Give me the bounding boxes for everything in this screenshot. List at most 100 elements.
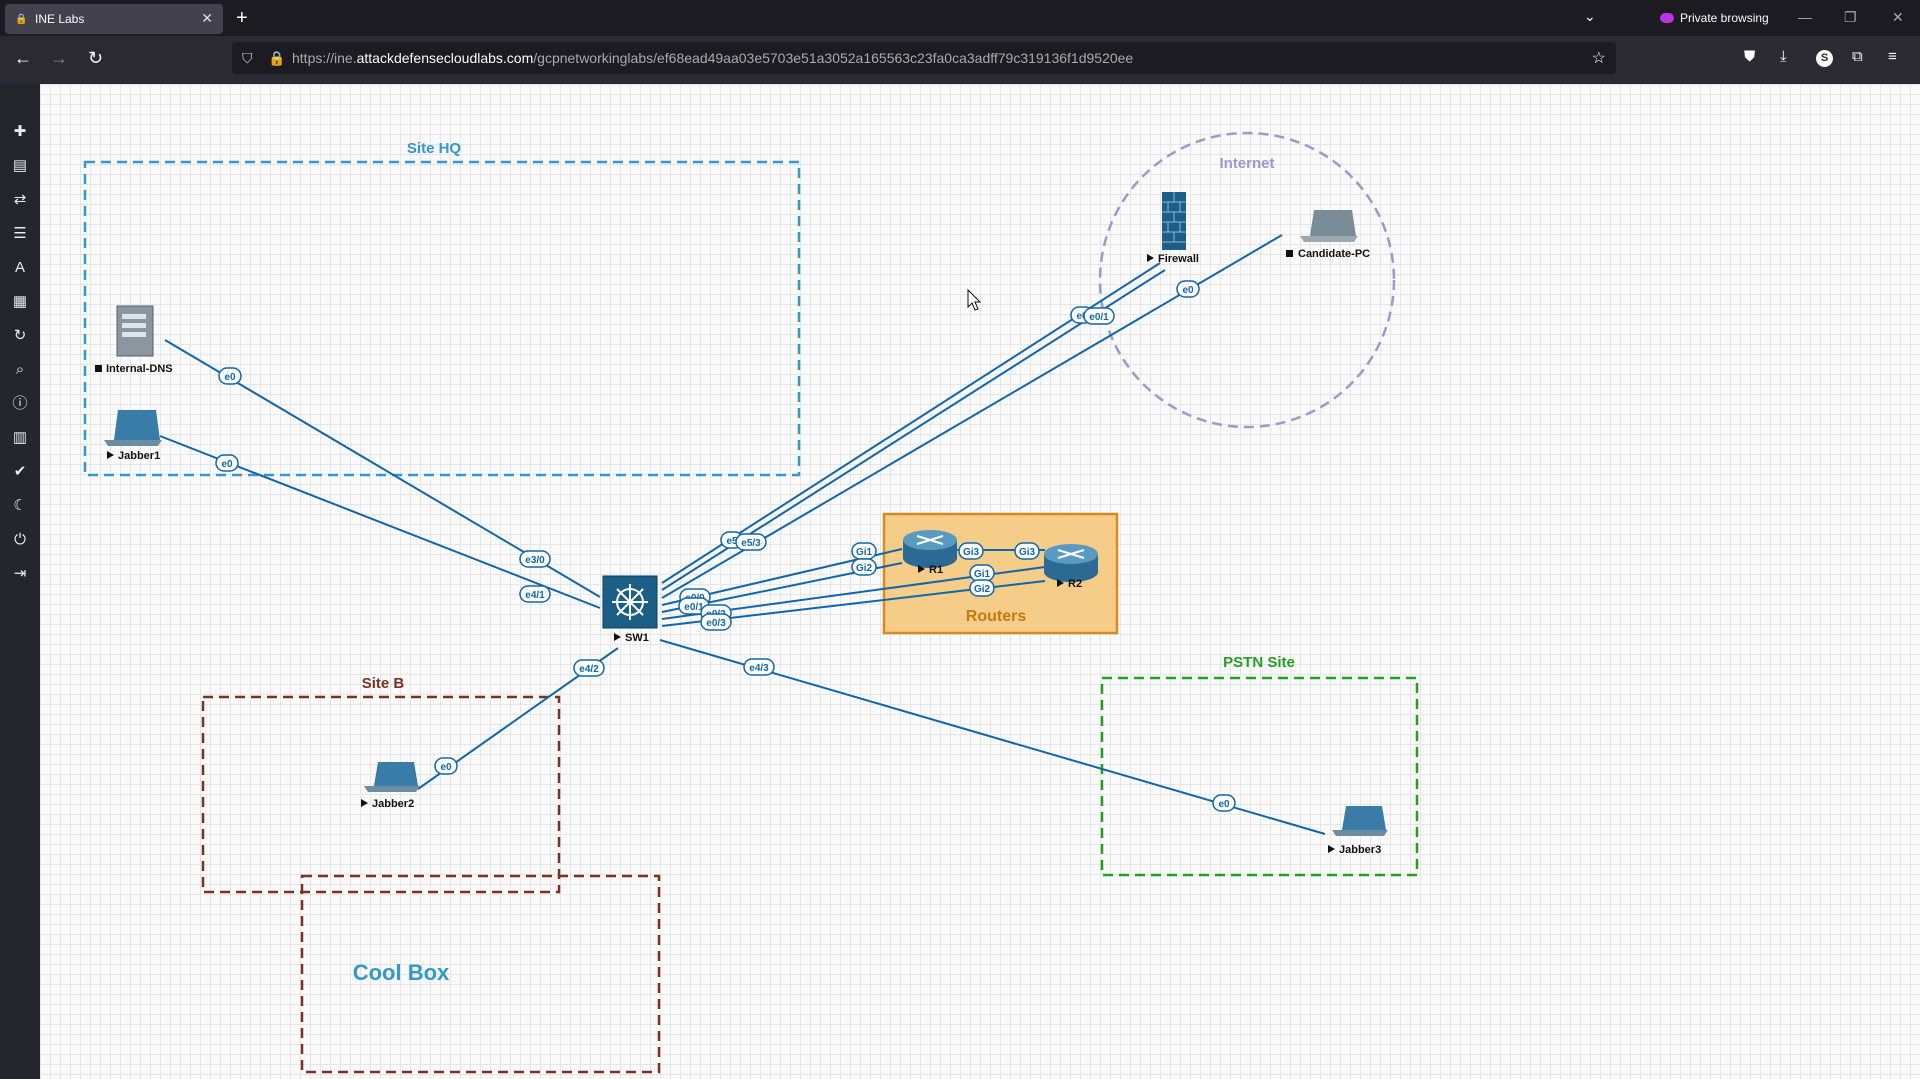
bookmark-star-icon[interactable]: ☆ [1592,48,1606,68]
port-badge: e4/3 [743,658,775,676]
tab-close-icon[interactable]: ✕ [201,10,213,27]
svg-text:Gi3: Gi3 [1019,547,1036,558]
port-badge: Gi1 [851,542,877,560]
svg-text:Gi2: Gi2 [974,584,991,595]
text-font-icon[interactable]: A [9,257,31,279]
port-badge: Gi1 [969,564,995,582]
browser-tab[interactable]: 🔒 INE Labs ✕ [5,4,223,34]
topology-canvas[interactable]: Site HQ Internet Routers Site B Cool Box… [40,84,1920,1079]
restore-icon[interactable]: ❐ [1844,9,1857,26]
running-status-icon [1147,254,1154,262]
svg-text:e0: e0 [440,762,452,773]
laptop-icon [374,762,418,786]
url-bar[interactable]: ⛉ 🔒 https://ine. attackdefensecloudlabs.c… [232,42,1616,74]
r2-label: R2 [1068,578,1082,590]
stopped-status-icon [1286,250,1293,257]
jabber1-label: Jabber1 [118,450,160,462]
internal-dns-label: Internal-DNS [106,363,173,375]
pstn-site-label: PSTN Site [1223,654,1295,671]
port-badge: e5/3 [735,533,767,551]
swap-arrows-icon[interactable]: ⇄ [9,189,31,211]
padlock-icon[interactable]: 🔒 [268,50,285,67]
candidate-pc-node[interactable]: Candidate-PC [1286,210,1370,260]
port-badge: Gi2 [969,579,995,597]
private-browsing-indicator: Private browsing [1660,11,1769,25]
stack-icon[interactable]: ▤ [9,155,31,177]
svg-text:e0/1: e0/1 [1089,312,1109,323]
port-badge: e4/2 [573,659,605,677]
cool-box-label: Cool Box [353,960,450,985]
running-status-icon [361,799,368,807]
svg-text:e0/3: e0/3 [706,618,726,629]
sw1-node[interactable]: SW1 [602,575,658,644]
port-badge: e4/1 [519,585,551,603]
laptop-icon [114,410,160,440]
shield-icon[interactable]: ⛉ [242,50,253,67]
pocket-icon[interactable]: ⛊ [1744,48,1755,65]
jabber3-label: Jabber3 [1339,844,1381,856]
svg-text:e0: e0 [1182,285,1194,296]
jabber1-node[interactable]: Jabber1 [104,410,162,462]
list-icon[interactable]: ▥ [9,427,31,449]
check-circle-icon[interactable]: ✔ [9,461,31,483]
moon-icon[interactable]: ☾ [9,495,31,517]
svg-text:e5/3: e5/3 [741,538,761,549]
back-arrow-icon[interactable]: ← [14,48,32,69]
tab-list-chevron-icon[interactable]: ⌄ [1584,8,1596,25]
laptop-icon [1310,210,1356,236]
jabber2-label: Jabber2 [372,798,414,810]
navigation-bar: ← → ↻ ⛉ 🔒 https://ine. attackdefensecloud… [0,36,1920,84]
sw1-label: SW1 [625,632,649,644]
port-badge: e3/0 [519,550,551,568]
close-window-icon[interactable]: ✕ [1892,9,1904,26]
logout-icon[interactable]: ⇥ [9,563,31,585]
running-status-icon [107,451,114,459]
port-badge: e0 [1176,280,1200,298]
info-icon[interactable]: ⓘ [9,393,31,415]
jabber3-node[interactable]: Jabber3 [1328,806,1388,856]
firewall-node[interactable]: Firewall [1147,192,1199,265]
grid-icon[interactable]: ▦ [9,291,31,313]
profile-avatar[interactable]: S [1816,50,1833,67]
laptop-icon [1342,806,1386,830]
port-badge: e0/1 [1083,307,1115,325]
forward-arrow-icon[interactable]: → [50,48,68,69]
reload-icon[interactable]: ↻ [88,48,103,69]
svg-text:e4/3: e4/3 [749,663,769,674]
hamburger-menu-icon[interactable]: ≡ [1888,48,1897,65]
private-browsing-label: Private browsing [1680,11,1769,25]
port-badge: Gi3 [958,542,984,560]
routers-label: Routers [966,608,1027,625]
server-icon [116,305,154,357]
jabber2-node[interactable]: Jabber2 [361,762,420,810]
port-badge: Gi3 [1014,542,1040,560]
add-icon[interactable]: ✚ [9,121,31,143]
svg-text:Gi3: Gi3 [963,547,980,558]
site-b-label: Site B [362,675,405,692]
port-badge: e0 [215,454,239,472]
align-left-icon[interactable]: ☰ [9,223,31,245]
stopped-status-icon [95,365,102,372]
site-hq-label: Site HQ [407,140,462,157]
private-mask-icon [1660,13,1674,23]
site-hq-zone [83,160,801,477]
tab-title: INE Labs [35,12,85,26]
downloads-icon[interactable]: ⤓ [1780,48,1787,65]
topology-diagram: Site HQ Internet Routers Site B Cool Box… [83,131,1419,1074]
port-badge: e0/3 [700,613,732,631]
lock-icon: 🔒 [15,14,28,25]
port-badge: Gi2 [851,558,877,576]
zoom-icon[interactable]: ⌕ [9,359,31,381]
running-status-icon [1328,845,1335,853]
new-tab-button[interactable]: + [236,7,248,30]
internal-dns-node[interactable]: Internal-DNS [95,305,173,375]
power-icon[interactable]: ⏻ [9,529,31,551]
url-prefix: https://ine. [292,50,357,66]
r1-label: R1 [929,564,943,576]
port-badge: e0 [218,367,242,385]
extensions-puzzle-icon[interactable]: ⧉ [1852,48,1863,65]
internet-zone [1098,131,1396,429]
minimize-icon[interactable]: — [1798,9,1812,25]
refresh-icon[interactable]: ↻ [9,325,31,347]
lab-toolbar: ✚ ▤ ⇄ ☰ A ▦ ↻ ⌕ ⓘ ▥ ✔ ☾ ⏻ ⇥ [0,84,40,1079]
